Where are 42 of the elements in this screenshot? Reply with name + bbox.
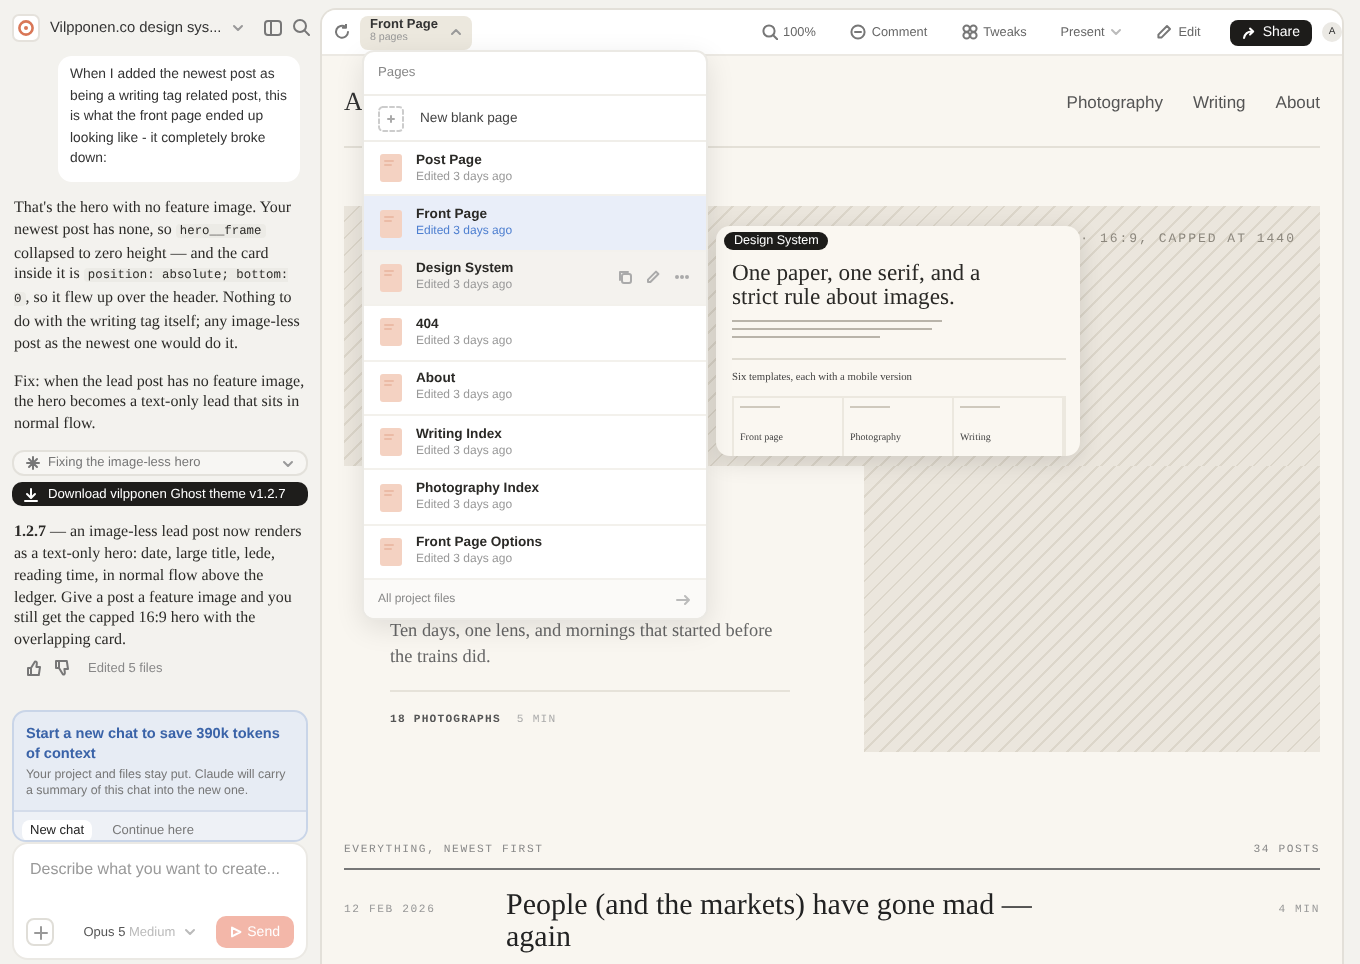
copy-icon[interactable] bbox=[618, 270, 632, 285]
arrow-right-icon bbox=[676, 593, 690, 606]
site-logo[interactable]: A bbox=[344, 85, 363, 117]
download-icon bbox=[24, 487, 38, 502]
page-thumbnail-icon bbox=[380, 318, 402, 347]
search-icon[interactable] bbox=[291, 18, 310, 37]
add-button[interactable] bbox=[26, 918, 54, 947]
assistant-paragraph: Fix: when the lead post has no feature image, the hero becomes a text-only lead that sits in normal flow. bbox=[14, 371, 307, 436]
page-thumbnail-icon bbox=[380, 154, 402, 183]
tweaks-icon bbox=[961, 24, 978, 40]
page-thumbnail-icon bbox=[380, 263, 402, 292]
sidebar-icon[interactable] bbox=[263, 19, 282, 36]
more-icon[interactable] bbox=[674, 270, 690, 285]
pencil-icon bbox=[1156, 24, 1173, 40]
nav-link[interactable]: About bbox=[1275, 91, 1320, 111]
caret-down-icon[interactable] bbox=[183, 926, 196, 939]
logo-icon bbox=[12, 13, 40, 42]
nav-link[interactable]: Writing bbox=[1192, 91, 1246, 111]
share-icon bbox=[1242, 25, 1257, 39]
post-title[interactable]: People (and the markets) have gone mad — again bbox=[506, 890, 1046, 954]
page-thumbnail-icon bbox=[380, 209, 402, 238]
page-thumbnail-icon bbox=[380, 537, 402, 566]
caret-up-icon bbox=[449, 26, 462, 38]
pencil-icon[interactable] bbox=[646, 270, 660, 285]
thumbs-up-icon[interactable] bbox=[26, 660, 42, 676]
plus-icon bbox=[33, 925, 47, 940]
caret-down-icon bbox=[282, 457, 294, 469]
page-thumbnail-icon bbox=[380, 373, 402, 402]
send-icon bbox=[229, 926, 242, 939]
thumbs-down-icon[interactable] bbox=[54, 660, 70, 676]
assistant-paragraph: 1.2.7 — an image-less lead post now renders as a text-only hero: date, large title, lede, reading time, in normal flow above the ledger. Give a post a feature image and you still get the capped 16:9 hero with the overlapping card. bbox=[14, 522, 304, 652]
nav-link[interactable]: Photography bbox=[1066, 91, 1163, 111]
page-thumbnail-icon bbox=[380, 428, 402, 457]
sparkle-icon bbox=[26, 456, 40, 470]
preview-title: One paper, one serif, and a strict rule about images. bbox=[732, 262, 983, 308]
search-icon bbox=[761, 24, 778, 40]
comment-icon bbox=[849, 24, 866, 40]
caret-down-icon bbox=[1110, 26, 1123, 38]
caret-down-icon[interactable] bbox=[231, 21, 244, 34]
refresh-icon[interactable] bbox=[334, 24, 350, 40]
page-thumbnail-icon bbox=[380, 483, 402, 512]
plus-icon bbox=[378, 105, 404, 131]
